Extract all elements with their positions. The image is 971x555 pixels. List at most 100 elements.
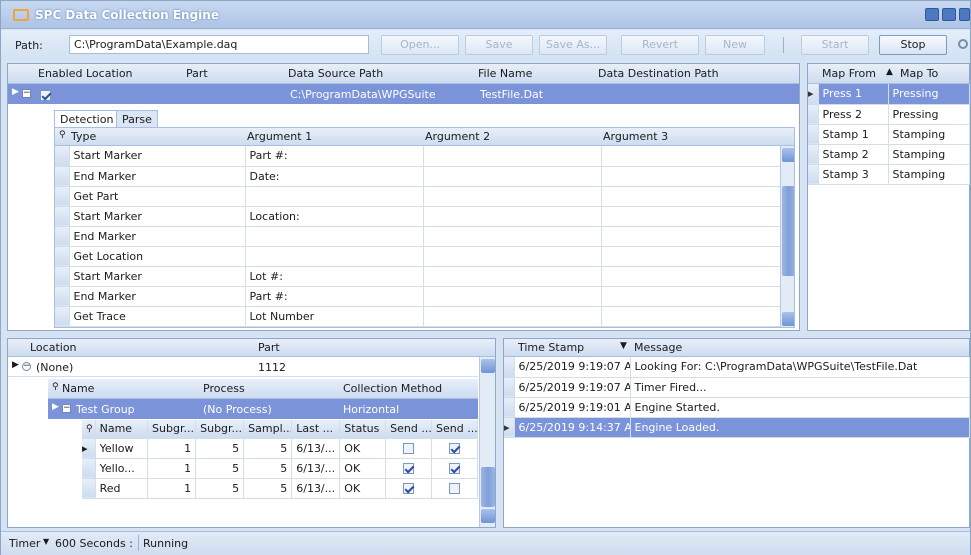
row-indicator[interactable] <box>55 166 70 187</box>
scroll-up-icon[interactable] <box>481 359 495 373</box>
col-location[interactable]: Location <box>30 341 77 354</box>
message-cell[interactable]: Looking For: C:\ProgramData\WPGSuite\Tes… <box>630 357 970 378</box>
argument-1-cell[interactable] <box>245 186 424 207</box>
map-to-cell[interactable]: Pressing <box>888 84 970 105</box>
search-icon[interactable]: ⚲ <box>52 382 59 392</box>
last-cell[interactable]: 6/13/... <box>291 478 341 499</box>
dropdown-icon[interactable]: ▼ <box>43 537 49 546</box>
row-indicator[interactable] <box>55 146 70 167</box>
col-type[interactable]: Type <box>71 130 96 143</box>
map-to-cell[interactable]: Stamping <box>888 164 970 185</box>
row-indicator[interactable] <box>55 266 70 287</box>
argument-1-cell[interactable] <box>245 246 424 267</box>
open-button[interactable]: Open... <box>381 35 459 55</box>
name-cell[interactable]: Yello... <box>95 458 149 479</box>
detection-row[interactable]: Get Location <box>55 246 781 267</box>
type-cell[interactable]: Get Part <box>69 186 246 207</box>
col-argument-2[interactable]: Argument 2 <box>425 130 490 143</box>
row-indicator[interactable] <box>55 206 70 227</box>
argument-3-cell[interactable] <box>601 286 781 307</box>
method-cell[interactable]: Horizontal <box>343 403 399 416</box>
map-to-cell[interactable]: Stamping <box>888 144 970 165</box>
message-cell[interactable]: Timer Fired... <box>630 377 970 398</box>
detection-row[interactable]: Start Marker Location: <box>55 206 781 227</box>
tab-parse[interactable]: Parse <box>116 110 158 127</box>
detection-row[interactable]: Start Marker Lot #: <box>55 266 781 287</box>
start-button[interactable]: Start <box>801 35 869 55</box>
search-icon[interactable]: ⚲ <box>82 420 96 439</box>
argument-2-cell[interactable] <box>423 166 602 187</box>
col-char-5[interactable]: Status <box>339 420 387 439</box>
map-from-cell[interactable]: Press 1 <box>818 84 889 105</box>
row-indicator[interactable] <box>55 226 70 247</box>
type-cell[interactable]: End Marker <box>69 286 246 307</box>
type-cell[interactable]: Start Marker <box>69 206 246 227</box>
detection-row[interactable]: End Marker Part #: <box>55 286 781 307</box>
col-char-6[interactable]: Send ... <box>385 420 433 439</box>
location-scrollbar[interactable] <box>479 357 495 527</box>
number-cell[interactable]: 1 <box>147 438 197 459</box>
col-map-to[interactable]: Map To <box>900 67 938 80</box>
scroll-down-icon[interactable] <box>782 312 794 326</box>
detection-row[interactable]: Start Marker Part #: <box>55 146 781 167</box>
argument-2-cell[interactable] <box>423 206 602 227</box>
argument-3-cell[interactable] <box>601 186 781 207</box>
col-part[interactable]: Part <box>258 341 280 354</box>
map-row[interactable]: Press 2 Pressing <box>808 104 970 125</box>
number-cell[interactable]: 1 <box>147 478 197 499</box>
detection-scrollbar[interactable] <box>780 146 794 327</box>
log-row[interactable]: 6/25/2019 9:19:07 AM Timer Fired... <box>504 377 970 398</box>
location-row[interactable]: ▶ − (None) 1112 <box>8 357 478 377</box>
scroll-up-icon[interactable] <box>782 148 794 162</box>
col-collection-method[interactable]: Collection Method <box>343 382 442 395</box>
argument-1-cell[interactable]: Part #: <box>245 286 424 307</box>
characteristic-row[interactable]: Yello... 1 5 5 6/13/... OK <box>82 458 478 479</box>
message-cell[interactable]: Engine Started. <box>630 397 970 418</box>
map-to-cell[interactable]: Pressing <box>888 104 970 125</box>
collapse-icon[interactable]: − <box>22 89 31 98</box>
enabled-checkbox[interactable] <box>40 89 51 101</box>
type-cell[interactable]: Start Marker <box>69 266 246 287</box>
col-data-source-path[interactable]: Data Source Path <box>288 67 383 80</box>
row-indicator[interactable] <box>55 186 70 207</box>
detection-row[interactable]: Get Part <box>55 186 781 207</box>
maximize-button[interactable] <box>942 8 956 21</box>
argument-2-cell[interactable] <box>423 146 602 167</box>
map-row[interactable]: Stamp 3 Stamping <box>808 164 970 185</box>
detection-row[interactable]: End Marker Date: <box>55 166 781 187</box>
characteristic-row[interactable]: ▸ Yellow 1 5 5 6/13/... OK <box>82 438 478 459</box>
log-row[interactable]: 6/25/2019 9:19:01 AM Engine Started. <box>504 397 970 418</box>
map-row[interactable]: Stamp 2 Stamping <box>808 144 970 165</box>
number-cell[interactable]: 5 <box>243 438 293 459</box>
map-to-cell[interactable]: Stamping <box>888 124 970 145</box>
data-source-path-cell[interactable]: C:\ProgramData\WPGSuite <box>290 88 436 101</box>
col-map-from[interactable]: Map From <box>822 67 876 80</box>
map-row[interactable]: Stamp 1 Stamping <box>808 124 970 145</box>
type-cell[interactable]: End Marker <box>69 226 246 247</box>
detection-row[interactable]: End Marker <box>55 226 781 247</box>
message-cell[interactable]: Engine Loaded. <box>630 417 970 438</box>
send-checkbox[interactable] <box>449 463 461 474</box>
map-from-cell[interactable]: Stamp 2 <box>818 144 889 165</box>
col-char-0[interactable]: Name <box>95 420 149 439</box>
type-cell[interactable]: Get Trace <box>69 306 246 327</box>
number-cell[interactable]: 5 <box>243 478 293 499</box>
time-stamp-cell[interactable]: 6/25/2019 9:14:37 AM <box>514 417 631 438</box>
argument-1-cell[interactable]: Location: <box>245 206 424 227</box>
argument-3-cell[interactable] <box>601 146 781 167</box>
new-button[interactable]: New <box>705 35 765 55</box>
status-cell[interactable]: OK <box>339 438 387 459</box>
number-cell[interactable]: 5 <box>195 478 245 499</box>
status-cell[interactable]: OK <box>339 478 387 499</box>
send-checkbox[interactable] <box>449 483 461 494</box>
group-row[interactable]: ▶ − Test Group (No Process) Horizontal <box>48 399 478 419</box>
collapse-icon[interactable]: − <box>22 362 31 371</box>
col-group-name[interactable]: Name <box>62 382 94 395</box>
col-enabled[interactable]: Enabled <box>38 67 82 80</box>
close-button[interactable] <box>959 8 970 21</box>
row-indicator[interactable] <box>55 306 70 327</box>
time-stamp-cell[interactable]: 6/25/2019 9:19:07 AM <box>514 357 631 378</box>
row-indicator[interactable] <box>55 246 70 267</box>
part-cell[interactable]: 1112 <box>258 361 286 374</box>
argument-3-cell[interactable] <box>601 166 781 187</box>
